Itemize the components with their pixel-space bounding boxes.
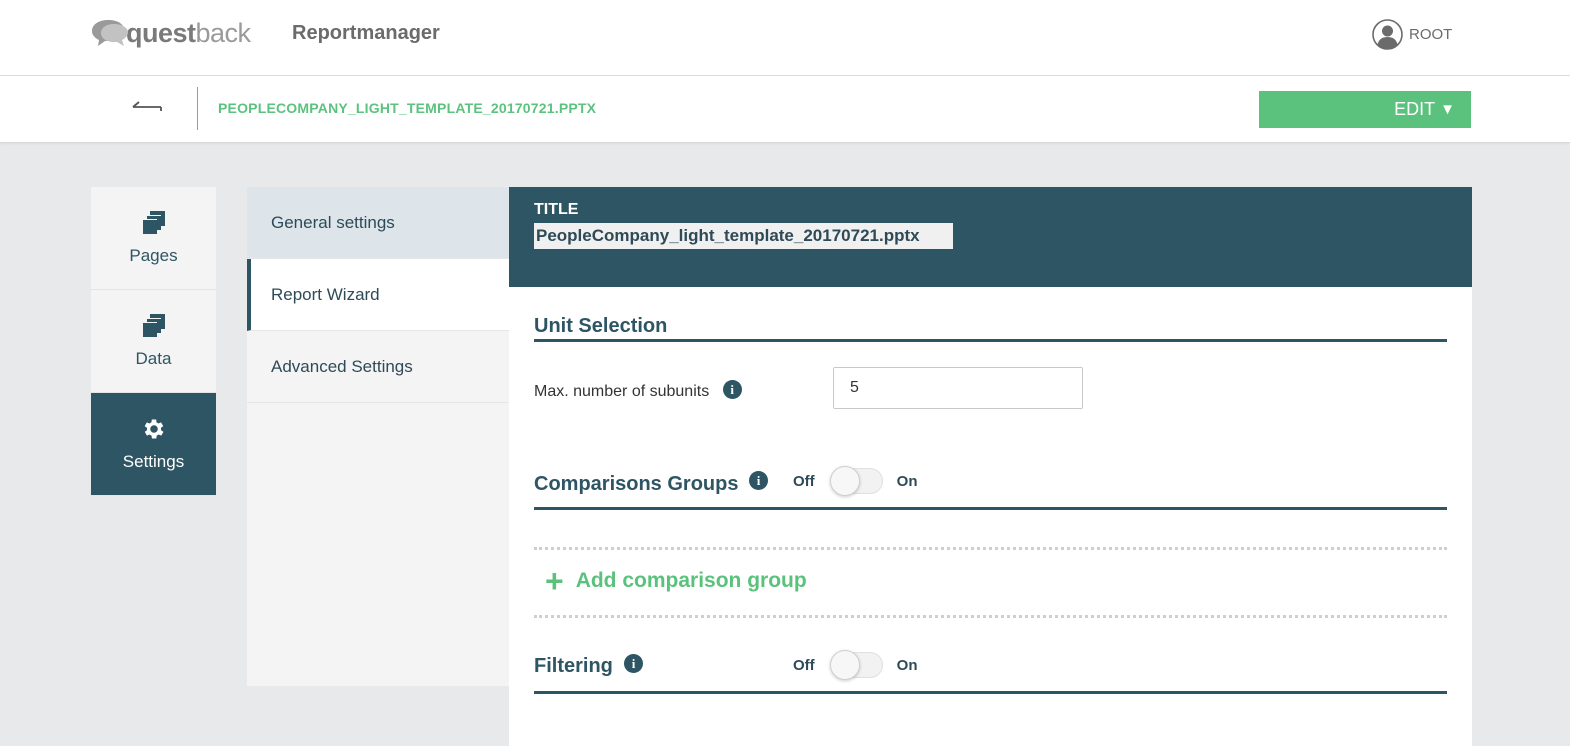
plus-icon: + [545, 563, 564, 599]
toggle-knob [829, 466, 860, 496]
back-button[interactable] [128, 94, 164, 122]
max-subunits-input[interactable] [833, 367, 1083, 409]
nav-item-data[interactable]: Data [91, 290, 216, 393]
nav-item-pages[interactable]: Pages [91, 187, 216, 290]
file-title: PEOPLECOMPANY_LIGHT_TEMPLATE_20170721.PP… [218, 100, 597, 116]
user-avatar-icon [1372, 19, 1403, 50]
back-arrow-icon [132, 101, 162, 111]
info-icon[interactable]: i [722, 380, 742, 399]
filtering-toggle: Off On [793, 650, 918, 680]
section-title: Comparisons Groups [534, 473, 739, 495]
settings-sub-nav: General settings Report Wizard Advanced … [247, 187, 509, 686]
nav-label: Settings [122, 452, 185, 471]
info-icon[interactable]: i [624, 654, 643, 673]
sub-nav-report-wizard[interactable]: Report Wizard [247, 259, 509, 331]
toggle-on-label: On [896, 656, 918, 674]
data-stack-icon [141, 314, 165, 337]
settings-panel: TITLE Unit Selection Max. number of subu… [509, 187, 1472, 746]
filtering-heading: Filtering i [534, 651, 1447, 694]
filtering-switch[interactable] [829, 650, 883, 680]
info-icon[interactable]: i [749, 471, 768, 490]
pages-stack-icon [141, 211, 165, 234]
app-name: Reportmanager [292, 22, 440, 44]
add-comparison-group-button[interactable]: + Add comparison group [545, 563, 807, 599]
nav-label: Data [135, 349, 172, 368]
toggle-off-label: Off [793, 472, 815, 490]
nav-item-settings[interactable]: Settings [91, 393, 216, 496]
sub-nav-advanced-settings[interactable]: Advanced Settings [247, 331, 509, 403]
add-comparison-group-label: Add comparison group [575, 569, 807, 592]
logo-wordmark: questback [126, 17, 251, 48]
left-nav: Pages Data Settings [91, 187, 216, 496]
top-bar: questback Reportmanager ROOT [0, 0, 1570, 76]
sub-nav-general-settings[interactable]: General settings [247, 187, 509, 259]
caret-down-icon: ▼ [1440, 101, 1455, 118]
title-label: TITLE [534, 201, 579, 218]
comparison-groups-switch[interactable] [829, 466, 883, 496]
gear-icon [144, 419, 163, 439]
toggle-knob [829, 650, 860, 680]
edit-button-label: EDIT [1394, 99, 1436, 119]
section-title: Filtering [534, 655, 613, 677]
comparison-groups-heading: Comparisons Groups i [534, 469, 1447, 510]
document-bar: PEOPLECOMPANY_LIGHT_TEMPLATE_20170721.PP… [0, 76, 1570, 143]
user-name: ROOT [1409, 26, 1453, 43]
section-title: Unit Selection [534, 315, 668, 337]
comparison-groups-toggle: Off On [793, 466, 918, 496]
user-menu[interactable]: ROOT [1372, 19, 1452, 50]
nav-label: Pages [129, 246, 178, 265]
max-subunits-label: Max. number of subunits i [534, 380, 742, 401]
divider [197, 87, 198, 130]
toggle-off-label: Off [793, 656, 815, 674]
edit-button[interactable]: EDIT ▼ [1259, 91, 1471, 128]
toggle-on-label: On [896, 472, 918, 490]
title-input[interactable] [534, 223, 953, 249]
unit-selection-heading: Unit Selection [534, 315, 1447, 342]
title-band: TITLE [509, 187, 1472, 287]
dotted-divider [534, 547, 1447, 550]
dotted-divider [534, 615, 1447, 618]
speech-bubble-logo-icon [92, 20, 128, 46]
questback-logo[interactable]: questback [90, 17, 251, 49]
